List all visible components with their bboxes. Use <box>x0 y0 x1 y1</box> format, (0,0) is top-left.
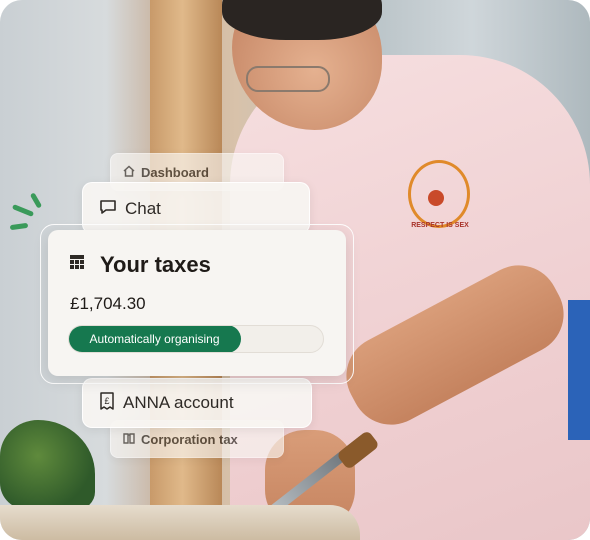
progress-label: Automatically organising <box>89 332 220 346</box>
your-taxes-card[interactable]: Your taxes £1,704.30 Automatically organ… <box>48 230 346 376</box>
menu-item-label: ANNA account <box>123 393 234 412</box>
hero-image: RESPECT IS SEX Dashboard Chat Corporatio… <box>0 0 590 540</box>
svg-text:£: £ <box>104 396 109 406</box>
menu-item-anna-account[interactable]: £ ANNA account <box>82 378 312 428</box>
chat-bubble-icon <box>99 199 117 220</box>
shirt-logo-center <box>428 190 444 206</box>
progress-fill: Automatically organising <box>69 326 241 352</box>
home-icon <box>123 164 135 180</box>
menu-item-label: Dashboard <box>141 164 209 180</box>
card-header: Your taxes <box>70 252 211 278</box>
person-glasses <box>246 66 330 92</box>
tax-amount: £1,704.30 <box>70 294 146 313</box>
shirt-caption: RESPECT IS SEX <box>411 222 469 229</box>
calculator-icon <box>70 255 86 275</box>
wooden-log <box>0 505 360 540</box>
background-blue-edge <box>568 300 590 440</box>
menu-item-label: Chat <box>125 199 161 218</box>
book-icon <box>123 432 135 447</box>
menu-item-label: Corporation tax <box>141 431 238 447</box>
card-title: Your taxes <box>100 252 211 277</box>
pound-receipt-icon: £ <box>99 391 115 415</box>
organising-progress-bar: Automatically organising <box>68 325 324 353</box>
background-plant <box>0 420 95 510</box>
